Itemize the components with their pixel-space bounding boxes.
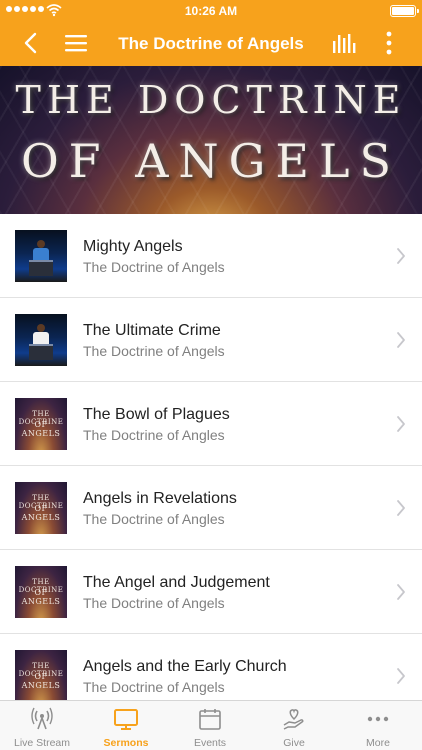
- sermon-row[interactable]: THE DOCTRINE OF ANGELS The Bowl of Plagu…: [0, 382, 422, 466]
- sermon-series: The Doctrine of Angels: [83, 343, 225, 359]
- tab-label: Give: [283, 737, 305, 749]
- chevron-right-icon: [397, 332, 405, 348]
- top-bar: 10:26 AM The Doctrine of Angels: [0, 0, 422, 66]
- sermon-row[interactable]: THE DOCTRINE OF ANGELS Angels and the Ea…: [0, 634, 422, 700]
- sermon-row[interactable]: The Ultimate Crime The Doctrine of Angel…: [0, 298, 422, 382]
- podium: [29, 344, 53, 360]
- sermon-title: Angels and the Early Church: [83, 658, 287, 675]
- tab-label: Sermons: [103, 737, 149, 749]
- tab-bar: Live Stream Sermons Events Give More: [0, 700, 422, 750]
- banner-title-line2: OF ANGELS: [20, 134, 402, 188]
- sermon-series: The Doctrine of Angels: [83, 259, 225, 275]
- chevron-right-icon: [397, 668, 405, 684]
- thumbnail-text-line2: OF ANGELS: [21, 672, 61, 690]
- status-bar: 10:26 AM: [0, 0, 422, 22]
- tab-label: Live Stream: [13, 737, 71, 749]
- sermon-series: The Doctrine of Angles: [83, 427, 225, 443]
- sermon-title: Mighty Angels: [83, 238, 183, 255]
- nav-bar: The Doctrine of Angels: [0, 22, 422, 66]
- banner-title-line1: THE DOCTRINE: [15, 78, 407, 122]
- sermon-row[interactable]: Mighty Angels The Doctrine of Angels: [0, 214, 422, 298]
- tab-more[interactable]: More: [336, 701, 420, 750]
- ellipsis-icon: [367, 716, 389, 722]
- chevron-right-icon: [397, 584, 405, 600]
- chevron-right-icon: [397, 500, 405, 516]
- thumbnail-text-line2: OF ANGELS: [21, 420, 61, 438]
- sermon-title: The Ultimate Crime: [83, 322, 221, 339]
- tab-label: Events: [193, 737, 227, 749]
- tab-give[interactable]: Give: [252, 701, 336, 750]
- heart-hand-icon: [283, 709, 304, 730]
- chevron-left-icon[interactable]: [20, 32, 42, 54]
- status-time: 10:26 AM: [184, 4, 238, 18]
- sermon-title: The Angel and Judgement: [83, 574, 270, 591]
- podium: [29, 260, 53, 276]
- sermon-series: The Doctrine of Angels: [83, 595, 225, 611]
- tab-label: More: [366, 737, 390, 749]
- tv-icon: [114, 709, 138, 730]
- hamburger-menu-icon[interactable]: [64, 33, 88, 53]
- sermon-thumbnail: [15, 314, 67, 366]
- vertical-dots-icon[interactable]: [382, 30, 396, 56]
- sermon-thumbnail: THE DOCTRINE OF ANGELS: [15, 650, 67, 700]
- broadcast-icon: [31, 707, 53, 730]
- battery-icon: [390, 5, 419, 17]
- tab-events[interactable]: Events: [168, 701, 252, 750]
- page-title: The Doctrine of Angels: [118, 34, 304, 53]
- sermon-series: The Doctrine of Angles: [83, 511, 225, 527]
- sermon-row[interactable]: THE DOCTRINE OF ANGELS Angels in Revelat…: [0, 466, 422, 550]
- tab-live-stream[interactable]: Live Stream: [0, 701, 84, 750]
- sermon-title: The Bowl of Plagues: [83, 406, 230, 423]
- audio-bars-icon[interactable]: [332, 32, 356, 54]
- series-banner: THE DOCTRINE OF ANGELS: [0, 66, 422, 214]
- thumbnail-text-line2: OF ANGELS: [21, 504, 61, 522]
- sermon-list: Mighty Angels The Doctrine of Angels The…: [0, 214, 422, 700]
- sermon-thumbnail: THE DOCTRINE OF ANGELS: [15, 398, 67, 450]
- sermon-row[interactable]: THE DOCTRINE OF ANGELS The Angel and Jud…: [0, 550, 422, 634]
- thumbnail-text-line2: OF ANGELS: [21, 588, 61, 606]
- calendar-icon: [199, 709, 221, 730]
- sermon-series: The Doctrine of Angels: [83, 679, 225, 695]
- sermon-thumbnail: [15, 230, 67, 282]
- sermon-thumbnail: THE DOCTRINE OF ANGELS: [15, 566, 67, 618]
- sermon-title: Angels in Revelations: [83, 490, 237, 507]
- sermon-thumbnail: THE DOCTRINE OF ANGELS: [15, 482, 67, 534]
- chevron-right-icon: [397, 248, 405, 264]
- tab-sermons[interactable]: Sermons: [84, 701, 168, 750]
- chevron-right-icon: [397, 416, 405, 432]
